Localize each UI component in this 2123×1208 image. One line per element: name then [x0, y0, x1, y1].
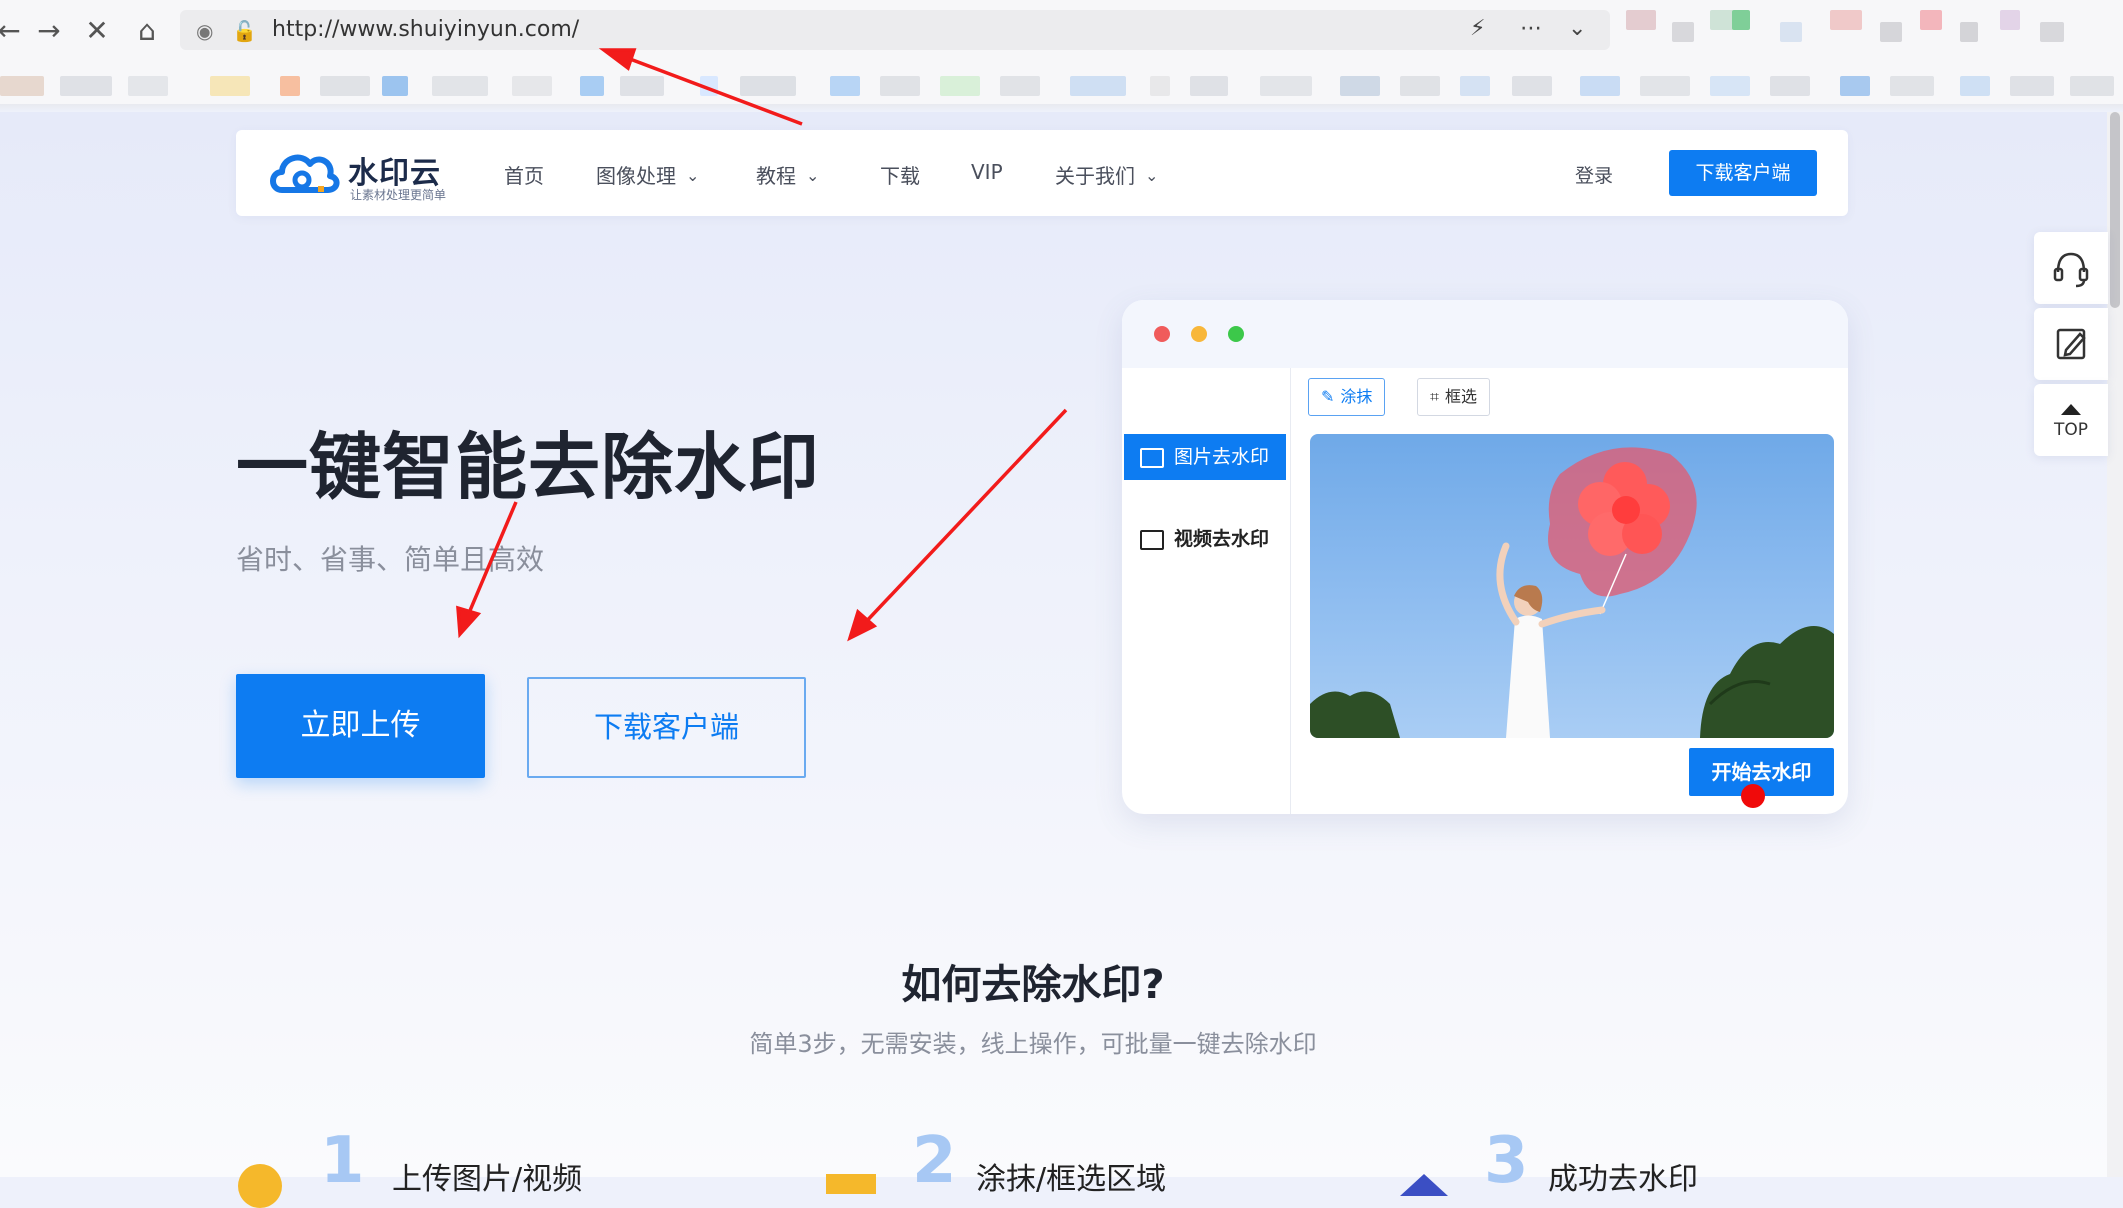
tool-label: 涂抹 — [1340, 387, 1373, 406]
chevron-down-icon: ⌄ — [686, 166, 700, 185]
how-section-title: 如何去除水印? — [901, 962, 1165, 1008]
chevron-down-icon: ⌄ — [1145, 166, 1159, 185]
step-2: 2 涂抹/框选区域 — [826, 1124, 1226, 1198]
crop-icon: ⌗ — [1430, 387, 1440, 406]
step-label: 成功去水印 — [1548, 1162, 1698, 1197]
nav-label: 关于我们 — [1055, 164, 1135, 188]
step-label: 涂抹/框选区域 — [976, 1162, 1167, 1197]
blurred-extensions — [1620, 4, 2120, 44]
brush-icon: ✎ — [1321, 387, 1335, 406]
arrow-up-icon — [2061, 404, 2081, 415]
nav-label: 教程 — [756, 164, 796, 188]
more-icon[interactable]: ⋯ — [1520, 16, 1542, 41]
click-marker — [1741, 784, 1765, 808]
site-info-icon[interactable]: ◉ — [196, 19, 213, 43]
address-bar[interactable]: ◉ 🔓 http://www.shuiyinyun.com/ ⚡ ⋯ ⌄ — [180, 10, 1610, 50]
demo-titlebar — [1122, 300, 1848, 368]
back-to-top-button[interactable]: TOP — [2034, 384, 2108, 456]
demo-window: 图片去水印 视频去水印 ✎ 涂抹 ⌗ 框选 开始去水印 — [1122, 300, 1848, 814]
nav-about[interactable]: 关于我们 ⌄ — [1055, 160, 1158, 189]
step-number: 1 — [320, 1124, 365, 1198]
chevron-down-icon[interactable]: ⌄ — [1568, 16, 1586, 41]
how-section-subtitle: 简单3步，无需安装，线上操作，可批量一键去除水印 — [749, 1030, 1317, 1058]
side-item-label: 图片去水印 — [1174, 446, 1270, 468]
step-3: 3 成功去水印 — [1400, 1124, 1800, 1198]
nav-home[interactable]: 首页 — [504, 160, 544, 189]
hero-title: 一键智能去除水印 — [236, 425, 821, 509]
logo-tagline: 让素材处理更简单 — [350, 188, 447, 202]
scrollbar[interactable] — [2107, 112, 2123, 1177]
edit-icon — [2056, 328, 2086, 360]
hero-subtitle: 省时、省事、简单且高效 — [236, 543, 545, 576]
success-step-icon — [1400, 1174, 1448, 1196]
demo-sidebar: 图片去水印 视频去水印 — [1122, 368, 1291, 814]
bookmarks-bar-blurred — [0, 64, 2123, 100]
site-logo[interactable]: 水印云 让素材处理更简单 — [268, 146, 458, 202]
nav-vip[interactable]: VIP — [971, 160, 1003, 184]
back-icon[interactable]: ← — [0, 14, 26, 48]
step-number: 3 — [1484, 1124, 1529, 1198]
chevron-down-icon: ⌄ — [806, 166, 820, 185]
step-number: 2 — [912, 1124, 957, 1198]
site-header: 水印云 让素材处理更简单 首页 图像处理 ⌄ 教程 ⌄ 下载 VIP 关于我们 ⌄ 登… — [236, 130, 1848, 216]
nav-tutorials[interactable]: 教程 ⌄ — [756, 160, 819, 189]
scrollbar-thumb[interactable] — [2110, 112, 2120, 308]
close-dot — [1154, 326, 1170, 342]
login-link[interactable]: 登录 — [1575, 161, 1613, 188]
video-icon — [1140, 529, 1164, 550]
url-text[interactable]: http://www.shuiyinyun.com/ — [272, 17, 579, 42]
home-icon[interactable]: ⌂ — [130, 14, 164, 48]
browser-chrome: ← → ✕ ⌂ ◉ 🔓 http://www.shuiyinyun.com/ ⚡… — [0, 0, 2123, 112]
top-label: TOP — [2053, 420, 2089, 440]
nav-image-processing[interactable]: 图像处理 ⌄ — [596, 160, 699, 189]
download-client-button[interactable]: 下载客户端 — [527, 677, 806, 778]
demo-photo-illustration — [1310, 447, 1834, 738]
side-item-video-watermark[interactable]: 视频去水印 — [1124, 516, 1286, 562]
customer-service-button[interactable] — [2034, 232, 2108, 304]
lightning-icon[interactable]: ⚡ — [1470, 16, 1485, 41]
stop-icon[interactable]: ✕ — [80, 14, 114, 48]
step-label: 上传图片/视频 — [392, 1162, 583, 1197]
upload-step-icon — [238, 1164, 282, 1208]
step-1: 1 上传图片/视频 — [236, 1124, 636, 1208]
header-download-client-button[interactable]: 下载客户端 — [1669, 150, 1817, 196]
cloud-logo-icon — [270, 154, 340, 193]
smear-tool-button[interactable]: ✎ 涂抹 — [1308, 378, 1386, 416]
tool-label: 框选 — [1445, 387, 1478, 406]
headset-icon — [2053, 252, 2089, 288]
nav-label: 图像处理 — [596, 164, 676, 188]
insecure-lock-icon[interactable]: 🔓 — [232, 19, 257, 43]
maximize-dot — [1228, 326, 1244, 342]
forward-icon[interactable]: → — [32, 14, 66, 48]
page-content: 水印云 让素材处理更简单 首页 图像处理 ⌄ 教程 ⌄ 下载 VIP 关于我们 ⌄ 登… — [0, 112, 2123, 1208]
nav-download[interactable]: 下载 — [880, 160, 920, 189]
side-item-label: 视频去水印 — [1174, 528, 1270, 550]
side-item-image-watermark[interactable]: 图片去水印 — [1124, 434, 1286, 480]
upload-now-button[interactable]: 立即上传 — [236, 674, 485, 778]
feedback-button[interactable] — [2034, 308, 2108, 380]
demo-photo — [1310, 434, 1834, 738]
minimize-dot — [1191, 326, 1207, 342]
brush-step-icon — [826, 1174, 876, 1194]
image-icon — [1140, 447, 1164, 468]
box-select-tool-button[interactable]: ⌗ 框选 — [1417, 378, 1491, 416]
